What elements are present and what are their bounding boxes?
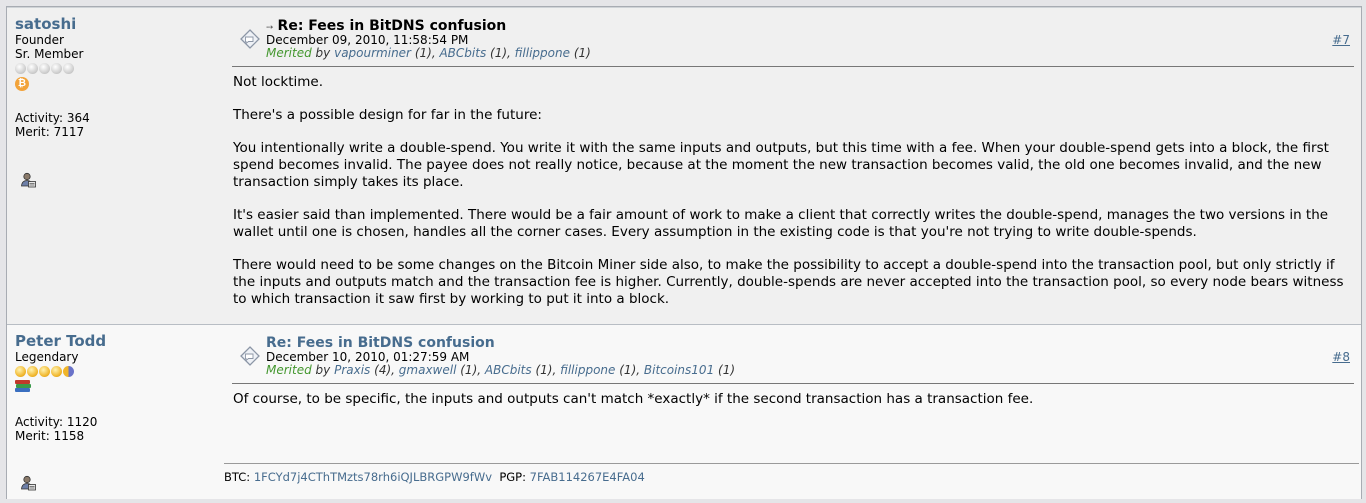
post-paragraph: You intentionally write a double-spend. … — [233, 140, 1329, 190]
merit-count: (1) — [414, 46, 432, 60]
btc-label: BTC: — [224, 470, 251, 484]
star-icon — [39, 63, 50, 74]
post-number-link[interactable]: #8 — [1332, 350, 1350, 364]
merit-count: (1) — [490, 46, 508, 60]
arrow-icon: ➙ — [266, 23, 274, 33]
merit-user-link[interactable]: ABCbits — [439, 46, 486, 60]
post-date: December 09, 2010, 11:58:54 PM — [266, 33, 469, 47]
post-subject[interactable]: Re: Fees in BitDNS confusion — [266, 335, 495, 351]
star-icon — [27, 366, 38, 377]
header-divider — [232, 66, 1354, 67]
merit-by: by — [315, 363, 331, 377]
btc-address-link[interactable]: 1FCYd7j4CThTMzts78rh6iQJLBRGPW9fWv — [254, 470, 492, 484]
profile-icon[interactable] — [20, 172, 36, 188]
star-icon — [51, 366, 62, 377]
poster-rank: Sr. Member — [15, 47, 84, 61]
signature: BTC: 1FCYd7j4CThTMzts78rh6iQJLBRGPW9fWv … — [224, 471, 645, 484]
poster-activity: Activity: 364 — [15, 111, 90, 125]
star-icon — [63, 366, 74, 377]
post-paragraph: Not locktime. — [233, 74, 323, 90]
post-date: December 10, 2010, 01:27:59 AM — [266, 350, 470, 364]
pgp-key-link[interactable]: 7FAB114267E4FA04 — [530, 470, 645, 484]
signature-divider — [224, 463, 1359, 464]
merit-user-link[interactable]: Praxis — [334, 363, 370, 377]
poster-title: Founder — [15, 33, 64, 47]
rank-stars — [15, 63, 215, 74]
merit-line: Merited by Praxis (4), gmaxwell (1), ABC… — [266, 363, 736, 377]
merit-count: (1) — [619, 363, 637, 377]
merit-count: (1) — [573, 46, 591, 60]
merit-user-link[interactable]: vapourminer — [334, 46, 411, 60]
post-paragraph: Of course, to be specific, the inputs an… — [233, 391, 1034, 407]
poster-info: Peter Todd Legendary Activity: 1120 Meri… — [15, 333, 215, 443]
star-icon — [51, 63, 62, 74]
post-paragraph: It's easier said than implemented. There… — [233, 207, 1329, 240]
poster-rank: Legendary — [15, 350, 79, 364]
profile-icon[interactable] — [20, 475, 36, 491]
bitcoin-coin-icon: ₿ — [15, 77, 29, 91]
message-icon — [240, 29, 260, 49]
post-body: Not locktime. There's a possible design … — [233, 74, 1349, 324]
merit-label: Merited — [266, 363, 312, 377]
merit-line: Merited by vapourminer (1), ABCbits (1),… — [266, 46, 591, 60]
post-8: Peter Todd Legendary Activity: 1120 Meri… — [7, 324, 1361, 499]
subject-text: Re: Fees in BitDNS confusion — [277, 18, 507, 34]
merit-count: (1) — [460, 363, 478, 377]
post-paragraph: There would need to be some changes on t… — [233, 257, 1344, 307]
merit-user-link[interactable]: gmaxwell — [399, 363, 457, 377]
header-divider — [232, 383, 1354, 384]
poster-name[interactable]: Peter Todd — [15, 333, 215, 350]
merit-count: (1) — [535, 363, 553, 377]
poster-activity: Activity: 1120 — [15, 415, 98, 429]
merit-user-link[interactable]: Bitcoins101 — [644, 363, 714, 377]
post-number-link[interactable]: #7 — [1332, 33, 1350, 47]
post-body: Of course, to be specific, the inputs an… — [233, 391, 1349, 424]
poster-merit: Merit: 1158 — [15, 429, 85, 443]
star-icon — [15, 366, 26, 377]
poster-info: satoshi Founder Sr. Member ₿ Activity: 3… — [15, 16, 215, 139]
poster-name[interactable]: satoshi — [15, 16, 215, 33]
merit-user-link[interactable]: fillippone — [560, 363, 615, 377]
rank-stars — [15, 366, 215, 377]
poster-merit: Merit: 7117 — [15, 125, 85, 139]
thread-frame: satoshi Founder Sr. Member ₿ Activity: 3… — [6, 6, 1362, 499]
merit-count: (1) — [718, 363, 736, 377]
merit-user-link[interactable]: fillippone — [515, 46, 570, 60]
pgp-label: PGP: — [499, 470, 526, 484]
merit-by: by — [315, 46, 331, 60]
books-icon — [15, 380, 31, 393]
merit-label: Merited — [266, 46, 312, 60]
post-7: satoshi Founder Sr. Member ₿ Activity: 3… — [7, 7, 1361, 324]
post-paragraph: There's a possible design for far in the… — [233, 107, 542, 123]
star-icon — [63, 63, 74, 74]
merit-count: (4) — [374, 363, 392, 377]
star-icon — [27, 63, 38, 74]
star-icon — [15, 63, 26, 74]
merit-user-link[interactable]: ABCbits — [485, 363, 532, 377]
star-icon — [39, 366, 50, 377]
message-icon — [240, 346, 260, 366]
